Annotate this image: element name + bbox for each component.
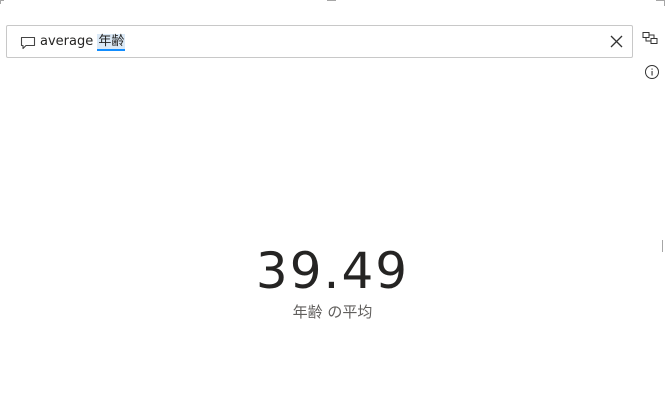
qa-question-input[interactable]: average 年齢: [40, 33, 126, 51]
qa-query-text: average: [40, 34, 94, 49]
convert-to-visual-icon[interactable]: [642, 31, 658, 47]
close-icon[interactable]: [609, 34, 624, 49]
resize-handle-top-center[interactable]: [327, 0, 336, 1]
speech-bubble-icon: [20, 35, 36, 51]
result-value: 39.49: [255, 242, 410, 300]
resize-handle-top-left[interactable]: [0, 0, 1, 4]
info-icon[interactable]: [644, 64, 660, 80]
result-label: 年齢 の平均: [292, 303, 373, 321]
qa-query-term-highlight: 年齢: [97, 34, 126, 51]
qa-question-box[interactable]: average 年齢: [6, 25, 633, 58]
